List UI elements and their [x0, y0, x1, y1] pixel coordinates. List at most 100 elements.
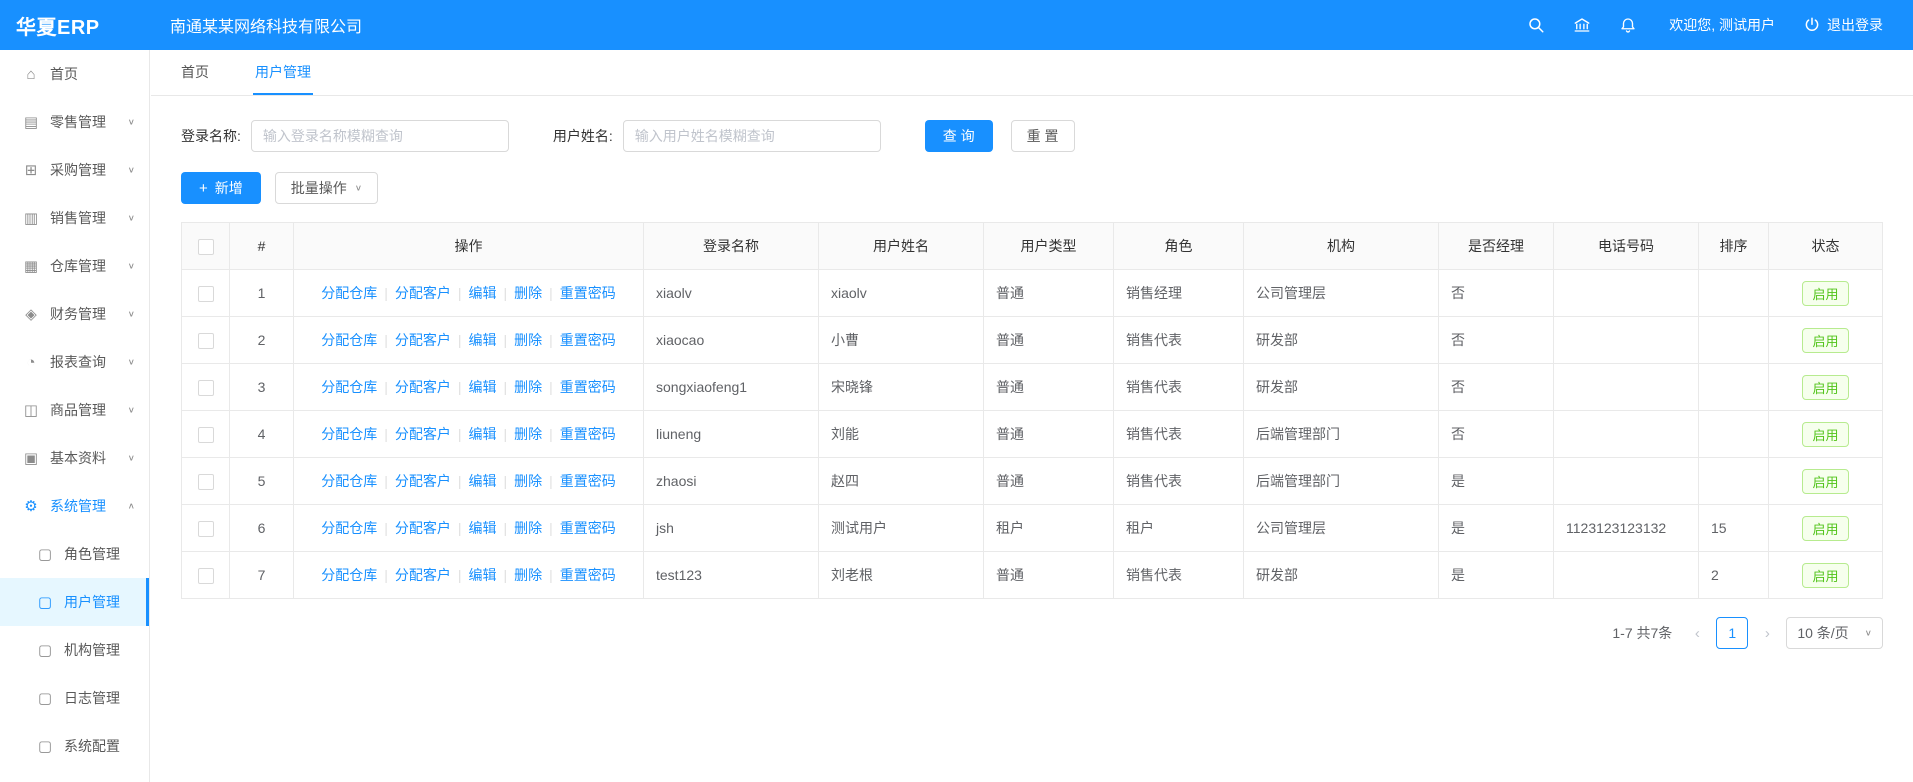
- sidebar-item-finance[interactable]: ◈财务管理∨: [0, 290, 149, 338]
- delete-link[interactable]: 删除: [514, 520, 542, 536]
- column-header: 是否经理: [1439, 223, 1554, 270]
- reset-password-link[interactable]: 重置密码: [560, 285, 616, 301]
- bell-icon[interactable]: [1619, 16, 1637, 34]
- search-button[interactable]: 查 询: [925, 120, 993, 152]
- sidebar-item-sales[interactable]: ▥销售管理∨: [0, 194, 149, 242]
- add-button[interactable]: +新增: [181, 172, 261, 204]
- column-header: 用户类型: [984, 223, 1114, 270]
- sidebar-item-org-management[interactable]: ▢机构管理: [0, 626, 149, 674]
- cell-role: 销售代表: [1114, 411, 1244, 458]
- row-checkbox[interactable]: [198, 521, 214, 537]
- user-name-input[interactable]: [623, 120, 881, 152]
- assign-warehouse-link[interactable]: 分配仓库: [321, 567, 377, 583]
- tab-home[interactable]: 首页: [179, 50, 211, 95]
- assign-customer-link[interactable]: 分配客户: [395, 567, 451, 583]
- edit-link[interactable]: 编辑: [469, 567, 497, 583]
- reset-password-link[interactable]: 重置密码: [560, 473, 616, 489]
- edit-link[interactable]: 编辑: [469, 332, 497, 348]
- sidebar-item-system-config[interactable]: ▢系统配置: [0, 722, 149, 770]
- sidebar-item-purchase[interactable]: ⊞采购管理∨: [0, 146, 149, 194]
- assign-warehouse-link[interactable]: 分配仓库: [321, 379, 377, 395]
- assign-warehouse-link[interactable]: 分配仓库: [321, 426, 377, 442]
- row-checkbox[interactable]: [198, 286, 214, 302]
- reset-password-link[interactable]: 重置密码: [560, 379, 616, 395]
- row-checkbox[interactable]: [198, 427, 214, 443]
- status-badge[interactable]: 启用: [1802, 422, 1848, 447]
- reset-password-link[interactable]: 重置密码: [560, 567, 616, 583]
- prev-page-button[interactable]: ‹: [1688, 625, 1706, 642]
- tabbar: 首页用户管理: [151, 50, 1913, 96]
- user-table: #操作登录名称用户姓名用户类型角色机构是否经理电话号码排序状态 1分配仓库|分配…: [181, 222, 1883, 599]
- delete-link[interactable]: 删除: [514, 332, 542, 348]
- delete-link[interactable]: 删除: [514, 473, 542, 489]
- sidebar-item-products[interactable]: ◫商品管理∨: [0, 386, 149, 434]
- edit-link[interactable]: 编辑: [469, 285, 497, 301]
- edit-link[interactable]: 编辑: [469, 520, 497, 536]
- status-badge[interactable]: 启用: [1802, 469, 1848, 494]
- edit-link[interactable]: 编辑: [469, 379, 497, 395]
- sidebar-item-label: 报表查询: [50, 352, 128, 372]
- reset-password-link[interactable]: 重置密码: [560, 520, 616, 536]
- bank-icon[interactable]: [1573, 16, 1591, 34]
- column-header: 操作: [294, 223, 644, 270]
- batch-operations-button[interactable]: 批量操作∨: [275, 172, 378, 204]
- sidebar-item-system[interactable]: ⚙系统管理∧: [0, 482, 149, 530]
- assign-warehouse-link[interactable]: 分配仓库: [321, 285, 377, 301]
- table-row: 1分配仓库|分配客户|编辑|删除|重置密码xiaolvxiaolv普通销售经理公…: [182, 270, 1883, 317]
- assign-customer-link[interactable]: 分配客户: [395, 379, 451, 395]
- search-icon[interactable]: [1527, 16, 1545, 34]
- delete-link[interactable]: 删除: [514, 285, 542, 301]
- purchase-icon: ⊞: [22, 161, 40, 179]
- tab-user-management[interactable]: 用户管理: [253, 50, 313, 95]
- delete-link[interactable]: 删除: [514, 567, 542, 583]
- edit-link[interactable]: 编辑: [469, 426, 497, 442]
- row-checkbox[interactable]: [198, 333, 214, 349]
- status-badge[interactable]: 启用: [1802, 516, 1848, 541]
- assign-warehouse-link[interactable]: 分配仓库: [321, 332, 377, 348]
- reset-password-link[interactable]: 重置密码: [560, 332, 616, 348]
- sidebar-item-role-management[interactable]: ▢角色管理: [0, 530, 149, 578]
- sidebar-item-warehouse[interactable]: ▦仓库管理∨: [0, 242, 149, 290]
- assign-customer-link[interactable]: 分配客户: [395, 426, 451, 442]
- status-badge[interactable]: 启用: [1802, 281, 1848, 306]
- delete-link[interactable]: 删除: [514, 379, 542, 395]
- current-page-button[interactable]: 1: [1716, 617, 1748, 649]
- row-checkbox[interactable]: [198, 568, 214, 584]
- reset-password-link[interactable]: 重置密码: [560, 426, 616, 442]
- doc-icon: ▢: [36, 593, 54, 611]
- reset-button[interactable]: 重 置: [1011, 120, 1075, 152]
- sidebar-item-log-management[interactable]: ▢日志管理: [0, 674, 149, 722]
- page-size-select[interactable]: 10 条/页∨: [1786, 617, 1883, 649]
- cell-phone: 1123123123132: [1554, 505, 1699, 552]
- sidebar-item-basic-data[interactable]: ▣基本资料∨: [0, 434, 149, 482]
- delete-link[interactable]: 删除: [514, 426, 542, 442]
- row-checkbox[interactable]: [198, 474, 214, 490]
- select-all-checkbox[interactable]: [198, 239, 214, 255]
- edit-link[interactable]: 编辑: [469, 473, 497, 489]
- assign-customer-link[interactable]: 分配客户: [395, 520, 451, 536]
- sidebar-item-user-management[interactable]: ▢用户管理: [0, 578, 149, 626]
- column-header: #: [230, 223, 294, 270]
- status-badge[interactable]: 启用: [1802, 563, 1848, 588]
- cell-sort: [1699, 270, 1769, 317]
- sidebar-item-home[interactable]: ⌂首页: [0, 50, 149, 98]
- next-page-button[interactable]: ›: [1758, 625, 1776, 642]
- sidebar-item-retail[interactable]: ▤零售管理∨: [0, 98, 149, 146]
- logout-button[interactable]: 退出登录: [1803, 15, 1883, 35]
- login-name-input[interactable]: [251, 120, 509, 152]
- cell-phone: [1554, 458, 1699, 505]
- assign-warehouse-link[interactable]: 分配仓库: [321, 473, 377, 489]
- cell-phone: [1554, 270, 1699, 317]
- cell-login-name: xiaolv: [644, 270, 819, 317]
- cell-phone: [1554, 411, 1699, 458]
- cell-is-manager: 否: [1439, 317, 1554, 364]
- sidebar-item-reports[interactable]: ◔报表查询∨: [0, 338, 149, 386]
- row-checkbox[interactable]: [198, 380, 214, 396]
- assign-customer-link[interactable]: 分配客户: [395, 285, 451, 301]
- status-badge[interactable]: 启用: [1802, 375, 1848, 400]
- assign-customer-link[interactable]: 分配客户: [395, 332, 451, 348]
- assign-warehouse-link[interactable]: 分配仓库: [321, 520, 377, 536]
- status-badge[interactable]: 启用: [1802, 328, 1848, 353]
- assign-customer-link[interactable]: 分配客户: [395, 473, 451, 489]
- op-separator: |: [458, 520, 462, 536]
